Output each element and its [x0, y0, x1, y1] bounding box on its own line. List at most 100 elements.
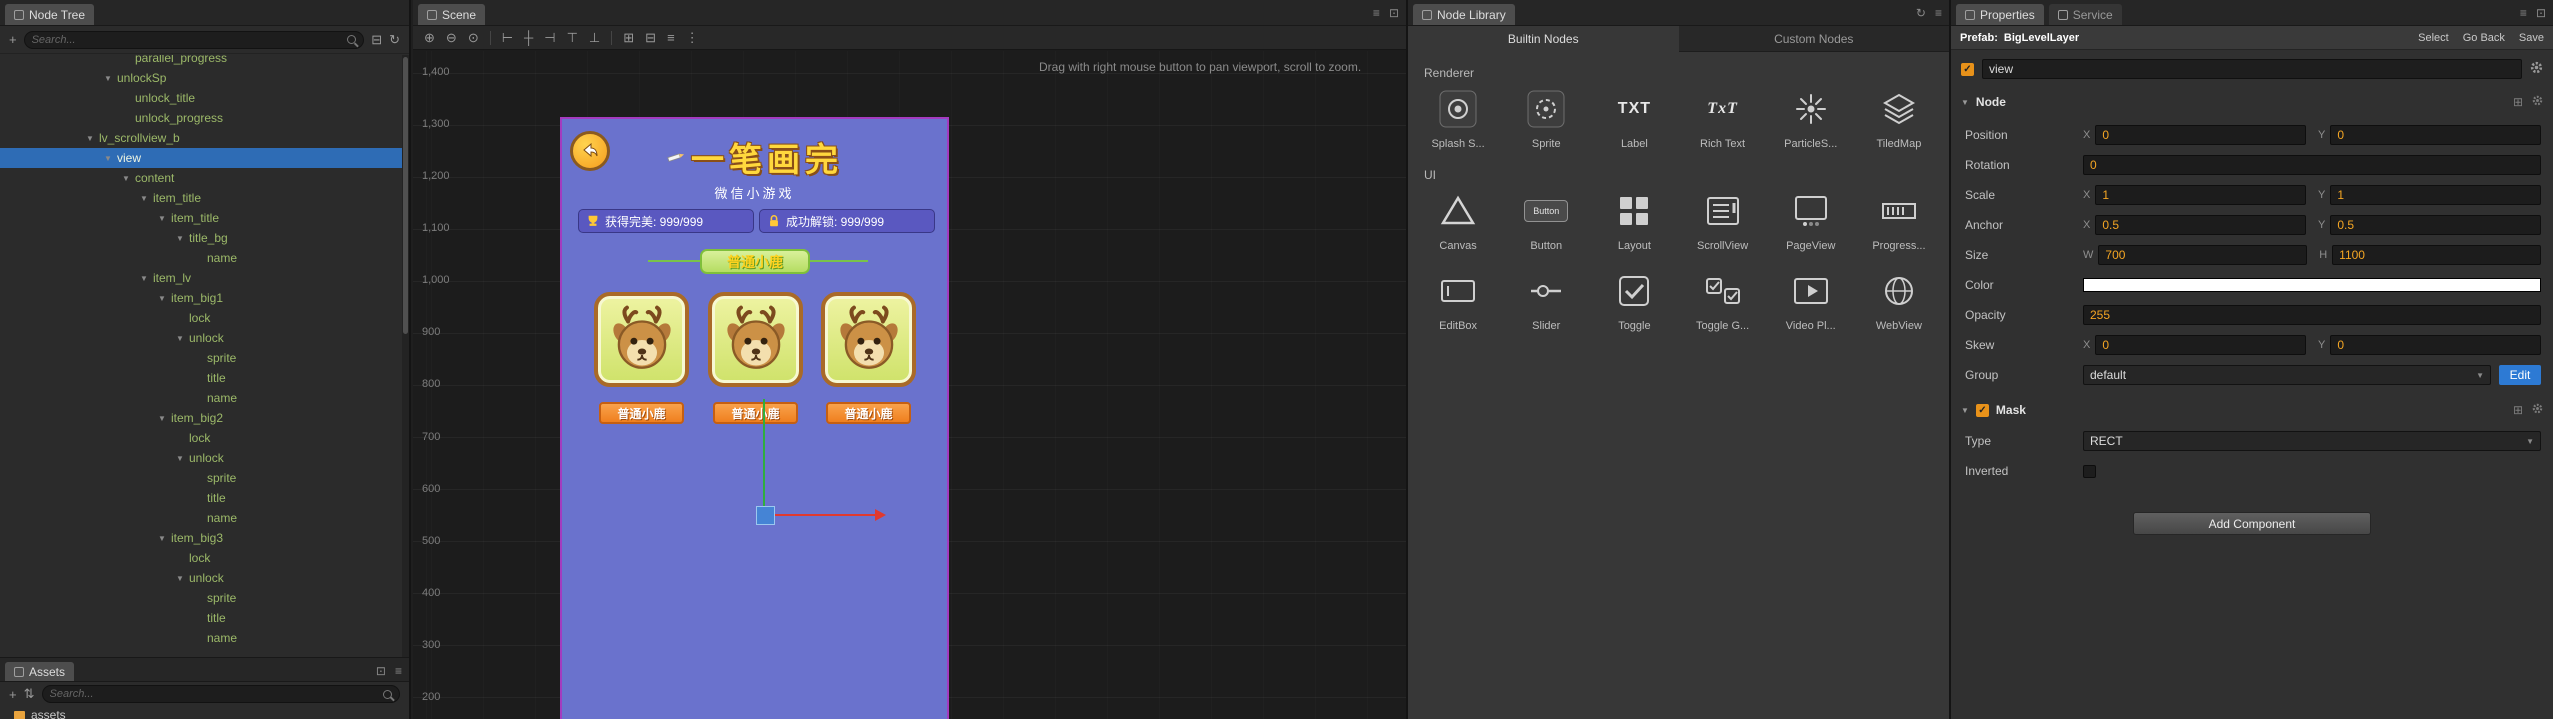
- tree-node-title_bg[interactable]: ▼ title_bg: [0, 228, 402, 248]
- tab-builtin-nodes[interactable]: Builtin Nodes: [1408, 26, 1679, 52]
- deer-card[interactable]: [821, 292, 916, 387]
- align-bottom-icon[interactable]: ⊥: [589, 30, 600, 46]
- chevron-down-icon[interactable]: ▼: [176, 234, 189, 243]
- tree-node-name[interactable]: name: [0, 388, 402, 408]
- library-item-progressbar[interactable]: Progress...: [1855, 188, 1943, 252]
- gear-icon[interactable]: [2532, 95, 2543, 109]
- gizmo-red-axis[interactable]: [775, 514, 875, 516]
- position-x-input[interactable]: 0: [2095, 125, 2306, 145]
- skew-x-input[interactable]: 0: [2095, 335, 2306, 355]
- scale-x-input[interactable]: 1: [2095, 185, 2306, 205]
- distribute-evenly-icon[interactable]: ≡: [667, 30, 675, 45]
- library-item-splash-sprite[interactable]: Splash S...: [1414, 86, 1502, 150]
- tree-node-sprite[interactable]: sprite: [0, 348, 402, 368]
- skew-y-input[interactable]: 0: [2330, 335, 2541, 355]
- tree-node-name[interactable]: name: [0, 628, 402, 648]
- asset-item-assets[interactable]: assets: [0, 706, 409, 719]
- tab-node-tree[interactable]: Node Tree: [5, 4, 95, 25]
- tree-node-parallel_progress[interactable]: parallel_progress: [0, 55, 402, 68]
- library-item-webview[interactable]: WebView: [1855, 268, 1943, 332]
- sort-icon[interactable]: ⇅: [24, 686, 35, 702]
- scrollbar-thumb[interactable]: [403, 57, 408, 334]
- tree-node-title[interactable]: title: [0, 488, 402, 508]
- chevron-down-icon[interactable]: ▼: [104, 74, 117, 83]
- group-edit-button[interactable]: Edit: [2499, 365, 2541, 385]
- level-card-2[interactable]: 普通小鹿: [708, 292, 803, 424]
- library-item-canvas[interactable]: Canvas: [1414, 188, 1502, 252]
- library-item-tiledmap[interactable]: TiledMap: [1855, 86, 1943, 150]
- library-item-particle-system[interactable]: ParticleS...: [1767, 86, 1855, 150]
- menu-icon[interactable]: ≡: [1935, 6, 1942, 20]
- mask-enabled-checkbox[interactable]: ✓: [1975, 403, 1989, 417]
- tree-node-sprite[interactable]: sprite: [0, 588, 402, 608]
- tree-node-item_big2[interactable]: ▼ item_big2: [0, 408, 402, 428]
- tree-node-unlock[interactable]: ▼ unlock: [0, 568, 402, 588]
- chevron-down-icon[interactable]: ▼: [176, 334, 189, 343]
- anchor-x-input[interactable]: 0.5: [2095, 215, 2306, 235]
- scale-y-input[interactable]: 1: [2330, 185, 2541, 205]
- more-icon[interactable]: ⋮: [686, 30, 699, 46]
- prefab-save-button[interactable]: Save: [2519, 32, 2544, 44]
- refresh-icon[interactable]: ↻: [1916, 6, 1926, 20]
- chevron-down-icon[interactable]: ▼: [158, 294, 171, 303]
- tree-node-lock[interactable]: lock: [0, 308, 402, 328]
- assets-search[interactable]: [41, 685, 400, 703]
- library-item-layout[interactable]: Layout: [1590, 188, 1678, 252]
- chevron-down-icon[interactable]: ▼: [1961, 98, 1969, 107]
- distribute-horizontal-icon[interactable]: ⊞: [623, 30, 634, 46]
- game-canvas[interactable]: 一笔画完 微信小游戏 获得完美: 999/999 成功解锁: 999/999 普…: [560, 117, 949, 719]
- library-item-scrollview[interactable]: ScrollView: [1678, 188, 1766, 252]
- library-item-toggle[interactable]: Toggle: [1590, 268, 1678, 332]
- zoom-fit-icon[interactable]: ⊙: [468, 30, 479, 46]
- align-top-icon[interactable]: ⊤: [567, 30, 578, 46]
- position-y-input[interactable]: 0: [2330, 125, 2541, 145]
- mask-inverted-checkbox[interactable]: [2083, 464, 2096, 478]
- chevron-down-icon[interactable]: ▼: [158, 214, 171, 223]
- tree-node-content[interactable]: ▼ content: [0, 168, 402, 188]
- node-tree-scrollbar[interactable]: [402, 55, 409, 657]
- group-dropdown[interactable]: default ▼: [2083, 365, 2491, 385]
- level-card-1[interactable]: 普通小鹿: [594, 292, 689, 424]
- library-item-sprite[interactable]: Sprite: [1502, 86, 1590, 150]
- prefab-select-button[interactable]: Select: [2418, 32, 2449, 44]
- library-item-pageview[interactable]: PageView: [1767, 188, 1855, 252]
- grid-icon[interactable]: ⊞: [2513, 95, 2523, 109]
- scene-viewport[interactable]: 1,400 1,300 1,200 1,100 1,000 900 800 70…: [413, 51, 1406, 719]
- refresh-icon[interactable]: ↻: [389, 32, 400, 48]
- tree-node-name[interactable]: name: [0, 508, 402, 528]
- level-card-3[interactable]: 普通小鹿: [821, 292, 916, 424]
- tab-properties[interactable]: Properties: [1956, 4, 2044, 25]
- node-section-header[interactable]: ▼ Node ⊞: [1951, 90, 2553, 114]
- chevron-down-icon[interactable]: ▼: [104, 154, 117, 163]
- tree-node-name[interactable]: name: [0, 248, 402, 268]
- zoom-in-icon[interactable]: ⊕: [424, 30, 435, 46]
- chevron-down-icon[interactable]: ▼: [1961, 406, 1969, 415]
- anchor-y-input[interactable]: 0.5: [2330, 215, 2541, 235]
- chevron-down-icon[interactable]: ▼: [176, 574, 189, 583]
- tree-node-item_title[interactable]: ▼ item_title: [0, 208, 402, 228]
- add-component-button[interactable]: Add Component: [2133, 512, 2371, 535]
- chevron-down-icon[interactable]: ▼: [86, 134, 99, 143]
- tab-custom-nodes[interactable]: Custom Nodes: [1678, 26, 1949, 52]
- tree-node-item_big1[interactable]: ▼ item_big1: [0, 288, 402, 308]
- mask-section-header[interactable]: ▼ ✓ Mask ⊞: [1951, 398, 2553, 422]
- library-item-label[interactable]: TXT Label: [1590, 86, 1678, 150]
- menu-icon[interactable]: ≡: [1373, 6, 1380, 20]
- tree-node-sprite[interactable]: sprite: [0, 468, 402, 488]
- tab-scene[interactable]: Scene: [418, 4, 486, 25]
- prefab-go-back-button[interactable]: Go Back: [2463, 32, 2505, 44]
- rotation-input[interactable]: 0: [2083, 155, 2541, 175]
- maximize-icon[interactable]: ⊡: [2536, 6, 2546, 20]
- library-item-video-player[interactable]: Video Pl...: [1767, 268, 1855, 332]
- deer-card[interactable]: [594, 292, 689, 387]
- chevron-down-icon[interactable]: ▼: [140, 274, 153, 283]
- tree-node-title[interactable]: title: [0, 368, 402, 388]
- size-w-input[interactable]: 700: [2098, 245, 2308, 265]
- assets-search-input[interactable]: [49, 688, 378, 700]
- chevron-down-icon[interactable]: ▼: [158, 414, 171, 423]
- node-active-checkbox[interactable]: ✓: [1961, 62, 1974, 76]
- tree-node-unlock_title[interactable]: unlock_title: [0, 88, 402, 108]
- tab-assets[interactable]: Assets: [5, 662, 75, 681]
- library-item-button[interactable]: Button Button: [1502, 188, 1590, 252]
- chevron-down-icon[interactable]: ▼: [158, 534, 171, 543]
